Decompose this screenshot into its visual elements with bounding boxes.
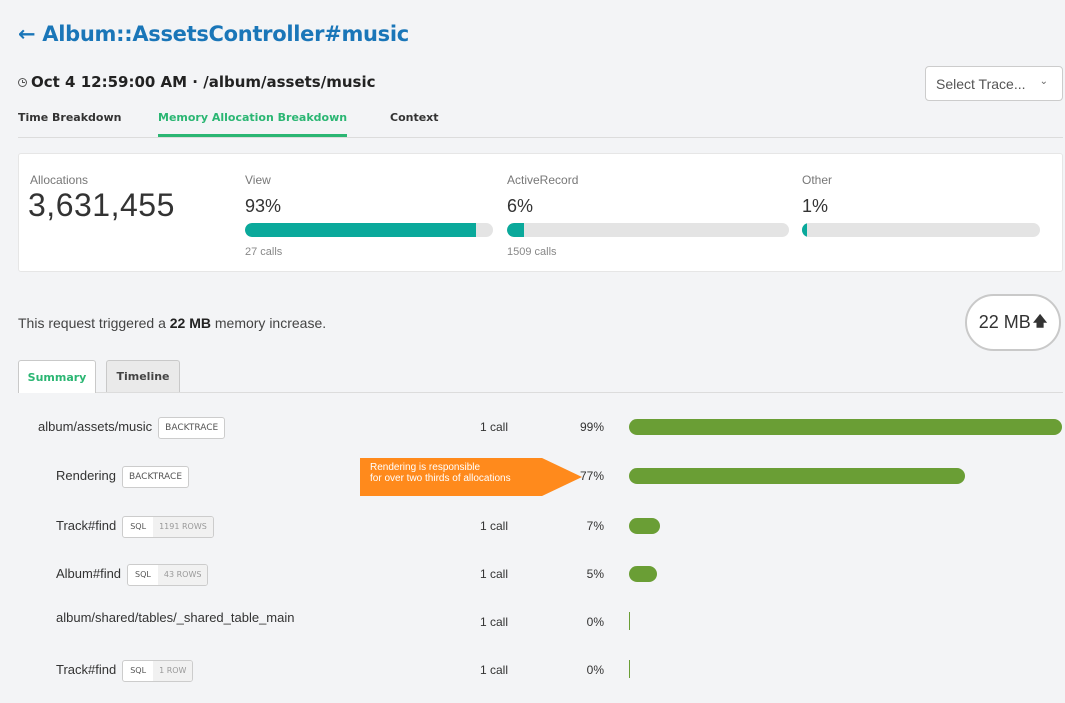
row-name-text: Rendering [56, 468, 116, 483]
row-name-text: album/assets/music [38, 419, 153, 434]
callout-line-1: Rendering is responsible [370, 462, 481, 473]
row-calls: 1 call [480, 615, 509, 629]
view-bar-fill [245, 223, 476, 237]
breakdown-tabs: Time Breakdown Memory Allocation Breakdo… [18, 100, 1063, 138]
view-calls: 27 calls [245, 246, 283, 258]
view-bar [245, 223, 493, 237]
sql-rows-count: 1191 ROWS [153, 516, 213, 537]
row-name-text: Track#find [56, 518, 117, 533]
row-name-text: Track#find [56, 662, 117, 677]
sql-label: SQL [130, 665, 147, 675]
row-bar [629, 566, 657, 582]
row-percent: 0% [586, 663, 604, 677]
memory-badge-value: 22 MB [978, 312, 1031, 332]
activerecord-label: ActiveRecord [507, 173, 579, 187]
chevron-down-icon: ⌄ [1039, 76, 1048, 87]
table-row: album/shared/tables/_shared_table_main 1… [18, 609, 1063, 655]
row-bar [629, 518, 660, 534]
request-subtitle: Oct 4 12:59:00 AM · /album/assets/music [18, 73, 375, 91]
tab-memory-allocation-breakdown[interactable]: Memory Allocation Breakdown [158, 111, 348, 137]
allocations-count: 3,631,455 [28, 187, 175, 223]
sql-rows-count: 43 ROWS [157, 564, 208, 585]
activerecord-bar-fill [507, 223, 524, 237]
sql-label: SQL [135, 569, 151, 579]
backtrace-button[interactable]: BACKTRACE [158, 416, 226, 439]
row-bar-empty [629, 612, 630, 630]
page-title[interactable]: ← Album::AssetsController#music [18, 22, 409, 46]
memory-increase-message: This request triggered a 22 MB memory in… [18, 315, 326, 331]
memory-text-after: memory increase. [210, 315, 327, 331]
view-percent: 93% [245, 196, 282, 216]
sql-button[interactable]: SQL 43 ROWS [127, 563, 209, 586]
select-trace-label: Select Trace... [936, 75, 1026, 92]
view-subtabs: Summary Timeline [18, 360, 1063, 393]
row-name: Track#find SQL 1 ROW [56, 657, 194, 683]
table-row: album/assets/music BACKTRACE 1 call 99% [18, 414, 1063, 460]
row-name: Rendering BACKTRACE [56, 463, 190, 489]
tab-summary[interactable]: Summary [18, 360, 96, 393]
memory-text-before: This request triggered a [18, 315, 170, 331]
select-trace-dropdown[interactable]: Select Trace... ⌄ [925, 66, 1063, 101]
arrow-up-icon: 🡅 [1032, 312, 1048, 329]
row-name-text: album/shared/tables/_shared_table_main [56, 610, 295, 625]
sql-label: SQL [130, 521, 147, 531]
row-name: album/shared/tables/_shared_table_main [56, 605, 295, 631]
row-calls: 1 call [480, 567, 509, 581]
row-percent: 0% [586, 615, 604, 629]
row-calls: 1 call [480, 420, 509, 434]
row-percent: 7% [586, 519, 604, 533]
rendering-callout: Rendering is responsible for over two th… [360, 458, 582, 496]
row-percent: 5% [586, 567, 604, 581]
other-bar [802, 223, 1040, 237]
allocations-label: Allocations [30, 173, 89, 187]
row-calls: 1 call [480, 519, 509, 533]
activerecord-percent: 6% [507, 196, 534, 216]
other-label: Other [802, 173, 833, 187]
other-percent: 1% [802, 196, 829, 216]
sql-button[interactable]: SQL 1191 ROWS [122, 515, 214, 538]
table-row: Track#find SQL 1 ROW 1 call 0% [18, 657, 1063, 703]
row-bar [629, 419, 1062, 435]
allocations-summary-card: Allocations 3,631,455 View 93% 27 calls … [18, 153, 1063, 272]
memory-amount: 22 MB [169, 315, 211, 331]
row-name-text: Album#find [56, 566, 122, 581]
tab-timeline[interactable]: Timeline [106, 360, 180, 392]
row-name: Album#find SQL 43 ROWS [56, 561, 209, 587]
row-calls: 1 call [480, 663, 509, 677]
backtrace-button[interactable]: BACKTRACE [122, 465, 190, 488]
activerecord-bar [507, 223, 789, 237]
clock-icon [18, 77, 27, 87]
table-row: Track#find SQL 1191 ROWS 1 call 7% [18, 513, 1063, 559]
row-percent: 77% [579, 469, 604, 483]
table-row: Album#find SQL 43 ROWS 1 call 5% [18, 561, 1063, 607]
row-bar [629, 468, 965, 484]
tab-time-breakdown[interactable]: Time Breakdown [18, 111, 121, 137]
activerecord-calls: 1509 calls [507, 246, 557, 258]
view-label: View [245, 173, 271, 187]
request-subtitle-text: Oct 4 12:59:00 AM · /album/assets/music [31, 73, 376, 91]
callout-line-2: for over two thirds of allocations [370, 473, 511, 484]
row-bar-empty [629, 660, 630, 678]
other-bar-fill [802, 223, 807, 237]
row-name: Track#find SQL 1191 ROWS [56, 513, 214, 539]
row-percent: 99% [579, 420, 604, 434]
sql-button[interactable]: SQL 1 ROW [122, 659, 194, 682]
memory-increase-badge: 22 MB 🡅 [965, 294, 1061, 351]
sql-rows-count: 1 ROW [153, 660, 193, 681]
tab-context[interactable]: Context [390, 111, 439, 137]
row-name: album/assets/music BACKTRACE [38, 414, 226, 440]
